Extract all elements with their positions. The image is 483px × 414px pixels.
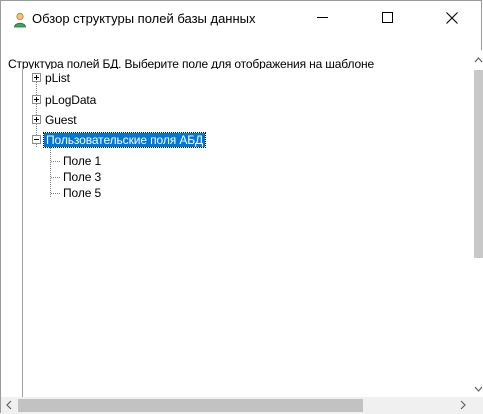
tree-node-plogdata[interactable]: pLogData xyxy=(32,93,96,107)
user-icon xyxy=(13,12,27,28)
vertical-scrollbar[interactable] xyxy=(474,50,483,397)
minimize-button[interactable] xyxy=(299,1,345,37)
expand-plus-icon[interactable] xyxy=(32,95,41,104)
tree-node-custom-fields[interactable]: Пользовательские поля АБД xyxy=(32,132,207,148)
dialog-window: Обзор структуры полей базы данных Структ… xyxy=(0,0,483,414)
tree-connector xyxy=(50,147,51,197)
tree-connector xyxy=(51,177,60,178)
minimize-icon xyxy=(316,12,328,26)
tree-node-label[interactable]: Поле 5 xyxy=(63,186,101,200)
close-button[interactable] xyxy=(429,1,475,37)
horizontal-scroll-thumb[interactable] xyxy=(18,399,363,412)
close-icon xyxy=(446,11,458,27)
maximize-icon xyxy=(381,12,393,26)
tree-node-label-selected[interactable]: Пользовательские поля АБД xyxy=(42,132,207,148)
tree-node-label[interactable]: Поле 1 xyxy=(63,154,101,168)
tree-connector xyxy=(51,193,60,194)
tree-connector xyxy=(51,161,60,162)
collapse-minus-icon[interactable] xyxy=(32,135,41,144)
chevron-down-icon[interactable] xyxy=(474,383,483,395)
window-title: Обзор структуры полей базы данных xyxy=(32,11,256,26)
tree-node-label[interactable]: pLogData xyxy=(45,93,96,107)
tree-node-guest[interactable]: Guest xyxy=(32,113,77,127)
tree-node-label[interactable]: Guest xyxy=(45,113,77,127)
expand-plus-icon[interactable] xyxy=(32,73,41,82)
tree-node-field-5[interactable]: Поле 5 xyxy=(63,186,101,200)
chevron-up-icon[interactable] xyxy=(474,54,483,66)
tree-node-field-3[interactable]: Поле 3 xyxy=(63,170,101,184)
tree-node-field-1[interactable]: Поле 1 xyxy=(63,154,101,168)
tree-node-plist[interactable]: pList xyxy=(32,71,70,85)
chevron-right-icon[interactable] xyxy=(459,400,467,412)
tree-node-label[interactable]: pList xyxy=(45,71,70,85)
tree-node-label[interactable]: Поле 3 xyxy=(63,170,101,184)
chevron-left-icon[interactable] xyxy=(5,400,13,412)
field-tree[interactable] xyxy=(22,69,475,399)
maximize-button[interactable] xyxy=(364,1,410,37)
expand-plus-icon[interactable] xyxy=(32,115,41,124)
vertical-scroll-thumb[interactable] xyxy=(474,70,483,258)
horizontal-scrollbar[interactable] xyxy=(1,397,474,414)
scrollbar-corner xyxy=(474,397,483,414)
title-bar[interactable]: Обзор структуры полей базы данных xyxy=(1,1,481,37)
